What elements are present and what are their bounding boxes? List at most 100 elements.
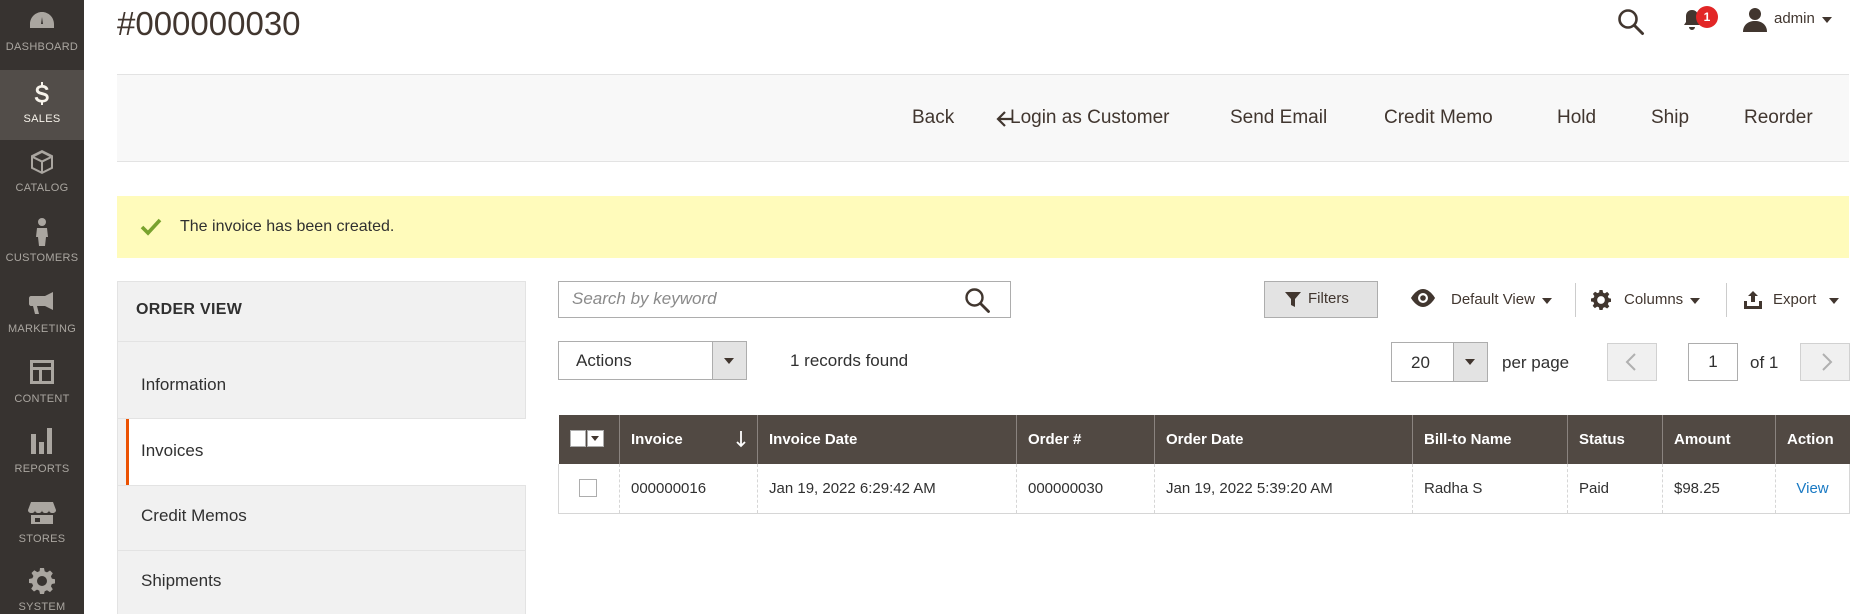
invoice-cell: 000000016 bbox=[619, 464, 758, 514]
divider bbox=[1575, 283, 1576, 317]
bill-to-name-cell: Radha S bbox=[1412, 464, 1568, 514]
credit-memo-button[interactable]: Credit Memo bbox=[1384, 107, 1493, 129]
tab-shipments[interactable]: Shipments bbox=[141, 571, 221, 591]
megaphone-icon bbox=[29, 292, 53, 314]
chevron-down-icon[interactable] bbox=[1542, 298, 1552, 304]
column-header-label: Invoice bbox=[631, 431, 683, 448]
chevron-down-icon[interactable] bbox=[1822, 17, 1832, 23]
storefront-icon bbox=[28, 502, 56, 524]
nav-label: MARKETING bbox=[7, 323, 77, 335]
column-header-order-date[interactable]: Order Date bbox=[1154, 415, 1413, 464]
divider bbox=[117, 341, 526, 342]
gear-icon[interactable] bbox=[1591, 290, 1611, 310]
nav-catalog[interactable]: CATALOG bbox=[0, 140, 84, 210]
tab-credit-memos[interactable]: Credit Memos bbox=[141, 506, 247, 526]
default-view-dropdown[interactable]: Default View bbox=[1451, 291, 1535, 308]
tab-invoices[interactable]: Invoices bbox=[141, 441, 203, 461]
chevron-down-icon[interactable] bbox=[1829, 298, 1839, 304]
dollar-icon bbox=[34, 82, 49, 105]
invoice-date-cell: Jan 19, 2022 6:29:42 AM bbox=[757, 464, 1017, 514]
nav-sales[interactable]: SALES bbox=[0, 70, 84, 140]
column-header-action: Action bbox=[1775, 415, 1850, 464]
search-icon[interactable] bbox=[1617, 8, 1645, 36]
total-pages: of 1 bbox=[1750, 353, 1779, 372]
column-header-bill-to-name[interactable]: Bill-to Name bbox=[1412, 415, 1568, 464]
mass-select[interactable] bbox=[569, 430, 604, 449]
ship-button[interactable]: Ship bbox=[1651, 107, 1689, 129]
nav-label: SALES bbox=[23, 113, 61, 125]
gear-icon bbox=[29, 568, 55, 594]
chevron-down-icon[interactable] bbox=[1690, 298, 1700, 304]
amount-cell: $98.25 bbox=[1662, 464, 1776, 514]
page-actions-toolbar: Back Login as Customer Send Email Credit… bbox=[117, 74, 1849, 162]
nav-label: CUSTOMERS bbox=[5, 252, 79, 264]
column-header-amount[interactable]: Amount bbox=[1662, 415, 1776, 464]
chevron-left-icon bbox=[1625, 353, 1636, 371]
records-found: 1 records found bbox=[790, 351, 909, 370]
nav-customers[interactable]: CUSTOMERS bbox=[0, 210, 84, 280]
nav-dashboard[interactable]: DASHBOARD bbox=[0, 0, 84, 53]
status-cell: Paid bbox=[1567, 464, 1663, 514]
invoices-grid: Invoice Invoice Date Order # Order Date … bbox=[558, 415, 1850, 514]
divider bbox=[117, 485, 526, 486]
sort-arrow-down-icon[interactable] bbox=[735, 430, 747, 448]
nav-marketing[interactable]: MARKETING bbox=[0, 280, 84, 350]
view-link[interactable]: View bbox=[1796, 480, 1828, 497]
bar-chart-icon bbox=[31, 428, 52, 454]
invoices-table: Invoice Invoice Date Order # Order Date … bbox=[558, 415, 1850, 514]
column-header-order[interactable]: Order # bbox=[1016, 415, 1155, 464]
dashboard-icon bbox=[30, 12, 54, 28]
nav-label: CONTENT bbox=[14, 393, 70, 405]
actions-label: Actions bbox=[576, 351, 632, 370]
hold-button[interactable]: Hold bbox=[1557, 107, 1596, 129]
column-header-invoice-date[interactable]: Invoice Date bbox=[757, 415, 1017, 464]
search-icon[interactable] bbox=[964, 287, 990, 313]
select-all-checkbox[interactable] bbox=[569, 430, 586, 447]
user-icon[interactable] bbox=[1742, 6, 1768, 32]
reorder-button[interactable]: Reorder bbox=[1744, 107, 1813, 129]
column-header-invoice[interactable]: Invoice bbox=[619, 415, 758, 464]
column-header-status[interactable]: Status bbox=[1567, 415, 1663, 464]
export-dropdown[interactable]: Export bbox=[1773, 291, 1816, 308]
nav-label: STORES bbox=[18, 533, 66, 545]
checkmark-icon bbox=[140, 218, 162, 236]
order-number-cell: 000000030 bbox=[1016, 464, 1155, 514]
chevron-right-icon bbox=[1822, 353, 1833, 371]
back-button[interactable]: Back bbox=[912, 107, 954, 129]
message-text: The invoice has been created. bbox=[180, 218, 395, 235]
divider bbox=[1726, 283, 1727, 317]
nav-label: CATALOG bbox=[15, 182, 69, 194]
chevron-down-icon bbox=[1465, 359, 1475, 365]
per-page-label: per page bbox=[1502, 353, 1570, 372]
page-number-input[interactable]: 1 bbox=[1688, 343, 1738, 381]
eye-icon[interactable] bbox=[1409, 288, 1437, 308]
nav-reports[interactable]: REPORTS bbox=[0, 420, 84, 490]
nav-label: REPORTS bbox=[14, 463, 70, 475]
table-row[interactable]: 000000016 Jan 19, 2022 6:29:42 AM 000000… bbox=[558, 464, 1850, 514]
filter-icon bbox=[1285, 292, 1301, 307]
row-checkbox[interactable] bbox=[579, 479, 597, 498]
cube-icon bbox=[31, 150, 53, 174]
columns-dropdown[interactable]: Columns bbox=[1624, 291, 1683, 308]
layout-icon bbox=[30, 360, 54, 384]
search-placeholder: Search by keyword bbox=[572, 289, 717, 308]
export-icon[interactable] bbox=[1743, 290, 1763, 310]
per-page-value: 20 bbox=[1411, 353, 1430, 372]
nav-stores[interactable]: STORES bbox=[0, 490, 84, 560]
tab-information[interactable]: Information bbox=[141, 375, 226, 395]
send-email-button[interactable]: Send Email bbox=[1230, 107, 1327, 129]
admin-sidebar: DASHBOARD SALES CATALOG CUSTOMERS MARKET… bbox=[0, 0, 84, 614]
order-view-title: ORDER VIEW bbox=[136, 301, 243, 318]
table-header-row: Invoice Invoice Date Order # Order Date … bbox=[558, 415, 1850, 464]
page-title: #000000030 bbox=[117, 5, 301, 42]
notification-badge[interactable]: 1 bbox=[1696, 6, 1718, 28]
nav-label: DASHBOARD bbox=[5, 41, 79, 53]
filters-label: Filters bbox=[1308, 290, 1349, 307]
person-icon bbox=[36, 218, 48, 246]
login-as-customer-button[interactable]: Login as Customer bbox=[1010, 107, 1169, 129]
nav-content[interactable]: CONTENT bbox=[0, 350, 84, 420]
mass-select-dropdown[interactable] bbox=[586, 430, 604, 447]
divider bbox=[117, 550, 526, 551]
admin-user-menu[interactable]: admin bbox=[1774, 10, 1815, 27]
nav-system[interactable]: SYSTEM bbox=[0, 560, 84, 614]
